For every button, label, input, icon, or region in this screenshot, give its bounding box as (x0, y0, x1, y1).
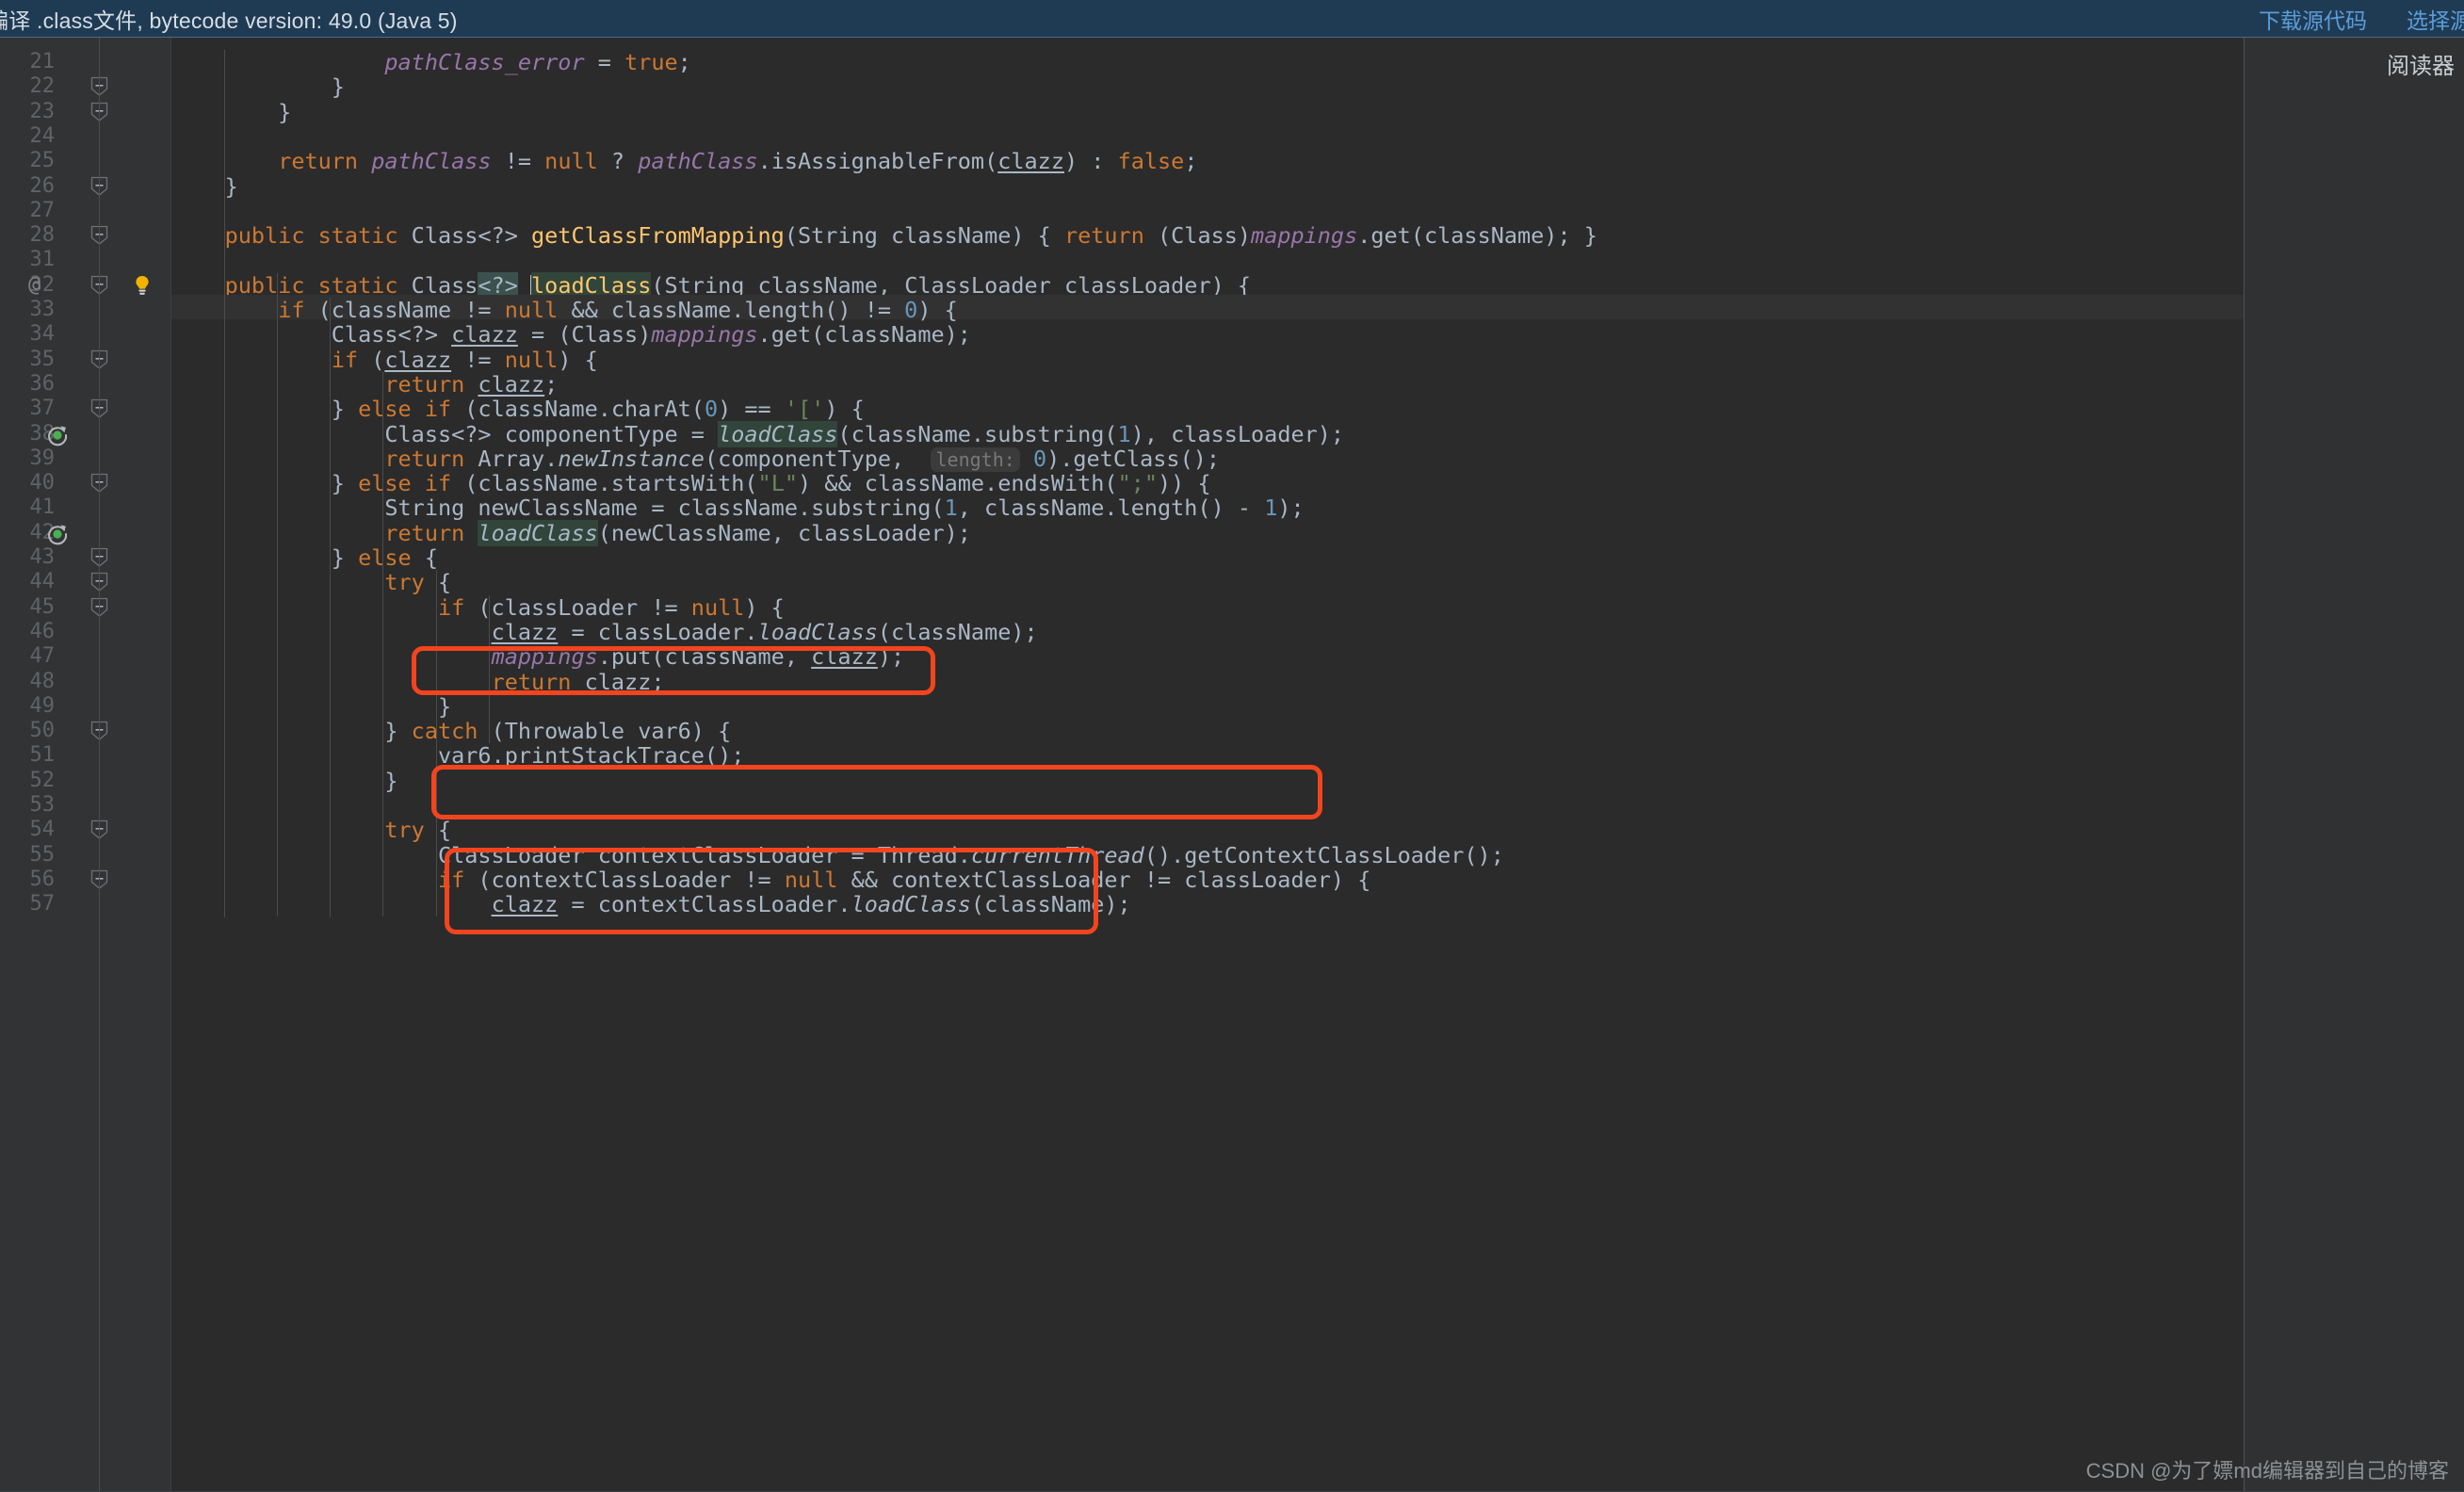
code-line[interactable]: } (171, 769, 398, 793)
code-line[interactable]: try { (171, 818, 451, 842)
indent-guide (382, 372, 383, 917)
code-line[interactable]: if (className != null && className.lengt… (171, 298, 958, 322)
recursive-call-icon[interactable] (45, 423, 70, 447)
line-number: 53 (0, 793, 55, 818)
code-line[interactable]: return Array.newInstance(componentType, … (171, 446, 1220, 471)
line-number: 40 (0, 471, 55, 495)
download-sources-link[interactable]: 下载源代码 (2259, 3, 2367, 35)
code-line[interactable]: Class<?> clazz = (Class)mappings.get(cla… (171, 322, 971, 347)
line-number: 36 (0, 372, 55, 397)
line-number: 46 (0, 620, 55, 644)
code-line[interactable]: clazz = contextClassLoader.loadClass(cla… (171, 892, 1131, 916)
line-number: 39 (0, 446, 55, 471)
line-number: 23 (0, 100, 55, 124)
bytecode-notification-banner: 编译 .class文件, bytecode version: 49.0 (Jav… (0, 0, 2464, 38)
code-line[interactable]: ClassLoader contextClassLoader = Thread.… (171, 843, 1504, 868)
recursive-call-icon[interactable] (45, 522, 70, 546)
code-editor[interactable]: 21222324252627283132@3334353637383940414… (0, 38, 2464, 1492)
code-line[interactable]: } (171, 74, 345, 99)
code-line[interactable]: return loadClass(newClassName, classLoad… (171, 521, 971, 545)
code-line[interactable]: } catch (Throwable var6) { (171, 719, 731, 743)
line-number: 55 (0, 843, 55, 868)
editor-gutter[interactable]: 21222324252627283132@3334353637383940414… (0, 38, 171, 1492)
indent-guide (489, 595, 490, 744)
line-number: 52 (0, 769, 55, 793)
watermark-text: CSDN @为了嫖md编辑器到自己的博客 (2086, 1454, 2449, 1484)
code-line[interactable]: Class<?> componentType = loadClass(class… (171, 422, 1344, 446)
code-line[interactable]: return pathClass != null ? pathClass.isA… (171, 149, 1197, 173)
line-number: 41 (0, 495, 55, 520)
code-line[interactable]: if (contextClassLoader != null && contex… (171, 868, 1370, 892)
line-number: 57 (0, 892, 55, 916)
line-number: 24 (0, 124, 55, 149)
indent-guide (436, 570, 437, 916)
reader-mode-label: 阅读器 (2387, 47, 2455, 80)
line-number: 21 (0, 50, 55, 74)
indent-guide (330, 298, 331, 917)
code-line[interactable]: return clazz; (171, 372, 558, 397)
override-annotation-marker: @ (28, 273, 41, 298)
code-line[interactable]: } else if (className.charAt(0) == '[') { (171, 397, 865, 421)
line-number: 51 (0, 743, 55, 768)
code-line[interactable]: } else if (className.startsWith("L") && … (171, 471, 1211, 495)
line-number: 48 (0, 670, 55, 694)
code-line[interactable]: pathClass_error = true; (171, 50, 691, 74)
line-number: 32 (0, 273, 55, 298)
code-line[interactable]: } else { (171, 545, 438, 570)
line-number: 26 (0, 174, 55, 199)
indent-guide (277, 273, 278, 917)
line-number: 44 (0, 570, 55, 594)
intention-bulb-icon[interactable] (132, 274, 153, 299)
code-line[interactable]: clazz = classLoader.loadClass(className)… (171, 620, 1038, 644)
code-line[interactable]: if (clazz != null) { (171, 348, 598, 372)
code-line[interactable]: String newClassName = className.substrin… (171, 495, 1305, 520)
code-line[interactable]: } (171, 694, 451, 719)
line-number: 25 (0, 149, 55, 173)
fold-rail (99, 38, 100, 1492)
code-line[interactable]: if (classLoader != null) { (171, 595, 785, 620)
banner-actions: 下载源代码 选择源 ( (2259, 3, 2464, 35)
line-number: 50 (0, 719, 55, 743)
code-line[interactable]: mappings.put(className, clazz); (171, 644, 904, 669)
code-line[interactable]: public static Class<?> loadClass(String … (171, 273, 1251, 298)
line-number: 56 (0, 868, 55, 892)
line-number: 27 (0, 199, 55, 223)
line-number: 37 (0, 397, 55, 421)
code-line[interactable]: } (171, 174, 238, 199)
line-number: 31 (0, 248, 55, 272)
code-line[interactable]: } (171, 100, 291, 124)
code-surface[interactable]: pathClass_error = true; } } return pathC… (171, 38, 2464, 1492)
line-number: 49 (0, 694, 55, 719)
line-number: 33 (0, 298, 55, 322)
line-number: 43 (0, 545, 55, 570)
indent-guide (224, 50, 225, 917)
line-number: 47 (0, 644, 55, 669)
code-line[interactable]: public static Class<?> getClassFromMappi… (171, 223, 1597, 248)
choose-sources-link[interactable]: 选择源 ( (2407, 3, 2464, 35)
code-line[interactable]: var6.printStackTrace(); (171, 743, 744, 768)
line-number: 28 (0, 223, 55, 248)
code-line[interactable]: return clazz; (171, 670, 665, 694)
line-number: 35 (0, 348, 55, 372)
banner-message: 编译 .class文件, bytecode version: 49.0 (Jav… (0, 3, 458, 35)
right-panel: 阅读器 (2245, 38, 2464, 1492)
line-number: 22 (0, 74, 55, 99)
line-number: 54 (0, 818, 55, 842)
code-line[interactable]: try { (171, 570, 451, 594)
line-number: 45 (0, 595, 55, 620)
line-number: 34 (0, 322, 55, 347)
